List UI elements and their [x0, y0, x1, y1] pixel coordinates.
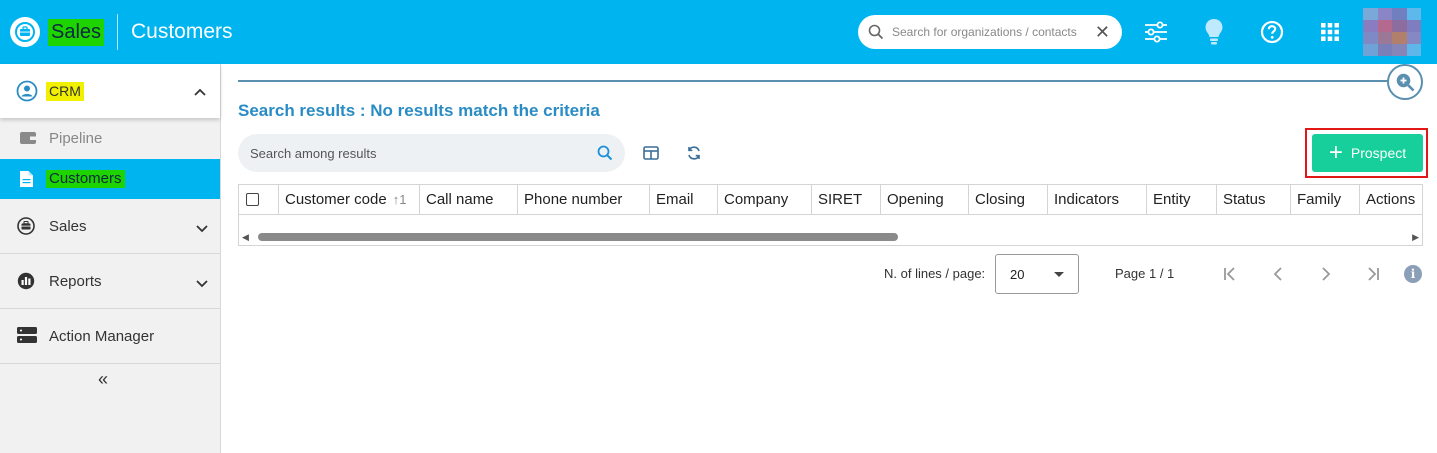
sidebar-item-label: Pipeline — [49, 130, 103, 147]
scroll-right-icon[interactable]: ▶ — [1412, 232, 1419, 243]
column-header-call-name[interactable]: Call name — [420, 185, 518, 214]
crm-icon — [16, 80, 38, 107]
wallet-icon — [20, 131, 36, 150]
sidebar-item-label: Reports — [49, 273, 102, 290]
horizontal-scrollbar[interactable]: ◀ ▶ — [239, 229, 1422, 244]
columns-icon[interactable] — [642, 144, 660, 162]
sidebar-item-customers[interactable]: Customers — [0, 159, 220, 199]
results-title: Search results : No results match the cr… — [238, 101, 600, 120]
global-search: ✕ — [858, 15, 1122, 49]
chevron-down-icon[interactable] — [196, 275, 208, 293]
sidebar-item-label: Action Manager — [49, 328, 155, 345]
sidebar-item-reports[interactable]: Reports — [0, 254, 220, 309]
page-title: Customers — [131, 20, 233, 43]
page-info: Page 1 / 1 — [1115, 266, 1175, 281]
zoom-in-icon[interactable] — [1387, 64, 1423, 100]
chevron-up-icon[interactable] — [194, 83, 206, 101]
add-prospect-button[interactable]: + Prospect — [1312, 134, 1423, 172]
global-search-input[interactable] — [892, 25, 1095, 39]
next-page-icon[interactable] — [1317, 264, 1335, 284]
lines-per-page-value: 20 — [1010, 266, 1025, 282]
sidebar-item-pipeline[interactable]: Pipeline — [0, 119, 220, 159]
column-header-actions[interactable]: Actions — [1360, 185, 1422, 214]
plus-icon: + — [1328, 139, 1343, 166]
column-header-siret[interactable]: SIRET — [812, 185, 881, 214]
column-header-indicators[interactable]: Indicators — [1048, 185, 1147, 214]
refresh-icon[interactable] — [685, 144, 703, 162]
lines-per-page-label: N. of lines / page: — [884, 266, 986, 281]
results-search-input[interactable] — [250, 145, 597, 161]
sort-ascending-icon[interactable]: ↑1 — [393, 192, 407, 207]
sidebar-item-label: Customers — [46, 170, 125, 188]
select-all-checkbox[interactable] — [246, 193, 259, 206]
user-avatar[interactable] — [1363, 8, 1421, 56]
table-header: Customer code ↑1 Call name Phone number … — [239, 185, 1422, 215]
column-header-company[interactable]: Company — [718, 185, 812, 214]
results-search — [238, 134, 625, 172]
filters-icon[interactable] — [1142, 18, 1170, 46]
chevron-down-icon[interactable] — [196, 220, 208, 238]
search-icon — [868, 24, 884, 40]
column-header-status[interactable]: Status — [1217, 185, 1291, 214]
select-all-column — [239, 185, 279, 214]
column-header-email[interactable]: Email — [650, 185, 718, 214]
customers-table: Customer code ↑1 Call name Phone number … — [238, 184, 1423, 246]
last-page-icon[interactable] — [1364, 264, 1382, 284]
sidebar: CRM Pipeline Customers Sales Reports Act… — [0, 64, 221, 453]
header-separator — [238, 80, 1390, 82]
sidebar-item-action-manager[interactable]: Action Manager — [0, 309, 220, 364]
bar-chart-icon — [17, 272, 35, 295]
first-page-icon[interactable] — [1221, 264, 1239, 284]
sidebar-crm-label: CRM — [46, 82, 84, 101]
sales-app-logo-icon[interactable] — [10, 17, 40, 47]
app-name[interactable]: Sales — [48, 19, 105, 46]
column-header-opening[interactable]: Opening — [881, 185, 969, 214]
top-bar: Sales Customers ✕ — [0, 0, 1437, 64]
scroll-left-icon[interactable]: ◀ — [242, 232, 249, 243]
search-icon[interactable] — [597, 145, 613, 161]
collapse-sidebar-icon[interactable]: « — [98, 369, 108, 390]
lightbulb-icon[interactable] — [1200, 18, 1228, 46]
clear-search-icon[interactable]: ✕ — [1095, 23, 1110, 41]
column-header-entity[interactable]: Entity — [1147, 185, 1217, 214]
apps-grid-icon[interactable] — [1316, 18, 1344, 46]
column-header-closing[interactable]: Closing — [969, 185, 1048, 214]
caret-down-icon — [1054, 271, 1064, 277]
topbar-divider — [117, 14, 118, 50]
document-icon — [20, 171, 33, 192]
column-header-family[interactable]: Family — [1291, 185, 1360, 214]
column-header-phone-number[interactable]: Phone number — [518, 185, 650, 214]
sidebar-section-crm[interactable]: CRM — [0, 64, 220, 118]
info-icon[interactable]: i — [1404, 265, 1422, 283]
prospect-label: Prospect — [1350, 145, 1407, 161]
column-header-customer-code[interactable]: Customer code ↑1 — [279, 185, 420, 214]
previous-page-icon[interactable] — [1269, 264, 1287, 284]
briefcase-icon — [15, 22, 35, 42]
sidebar-item-sales[interactable]: Sales — [0, 199, 220, 254]
briefcase-icon — [17, 217, 35, 240]
sidebar-item-label: Sales — [49, 218, 87, 235]
scrollbar-thumb[interactable] — [258, 233, 898, 241]
help-icon[interactable] — [1258, 18, 1286, 46]
server-icon — [17, 327, 37, 348]
lines-per-page-select[interactable]: 20 — [995, 254, 1079, 294]
